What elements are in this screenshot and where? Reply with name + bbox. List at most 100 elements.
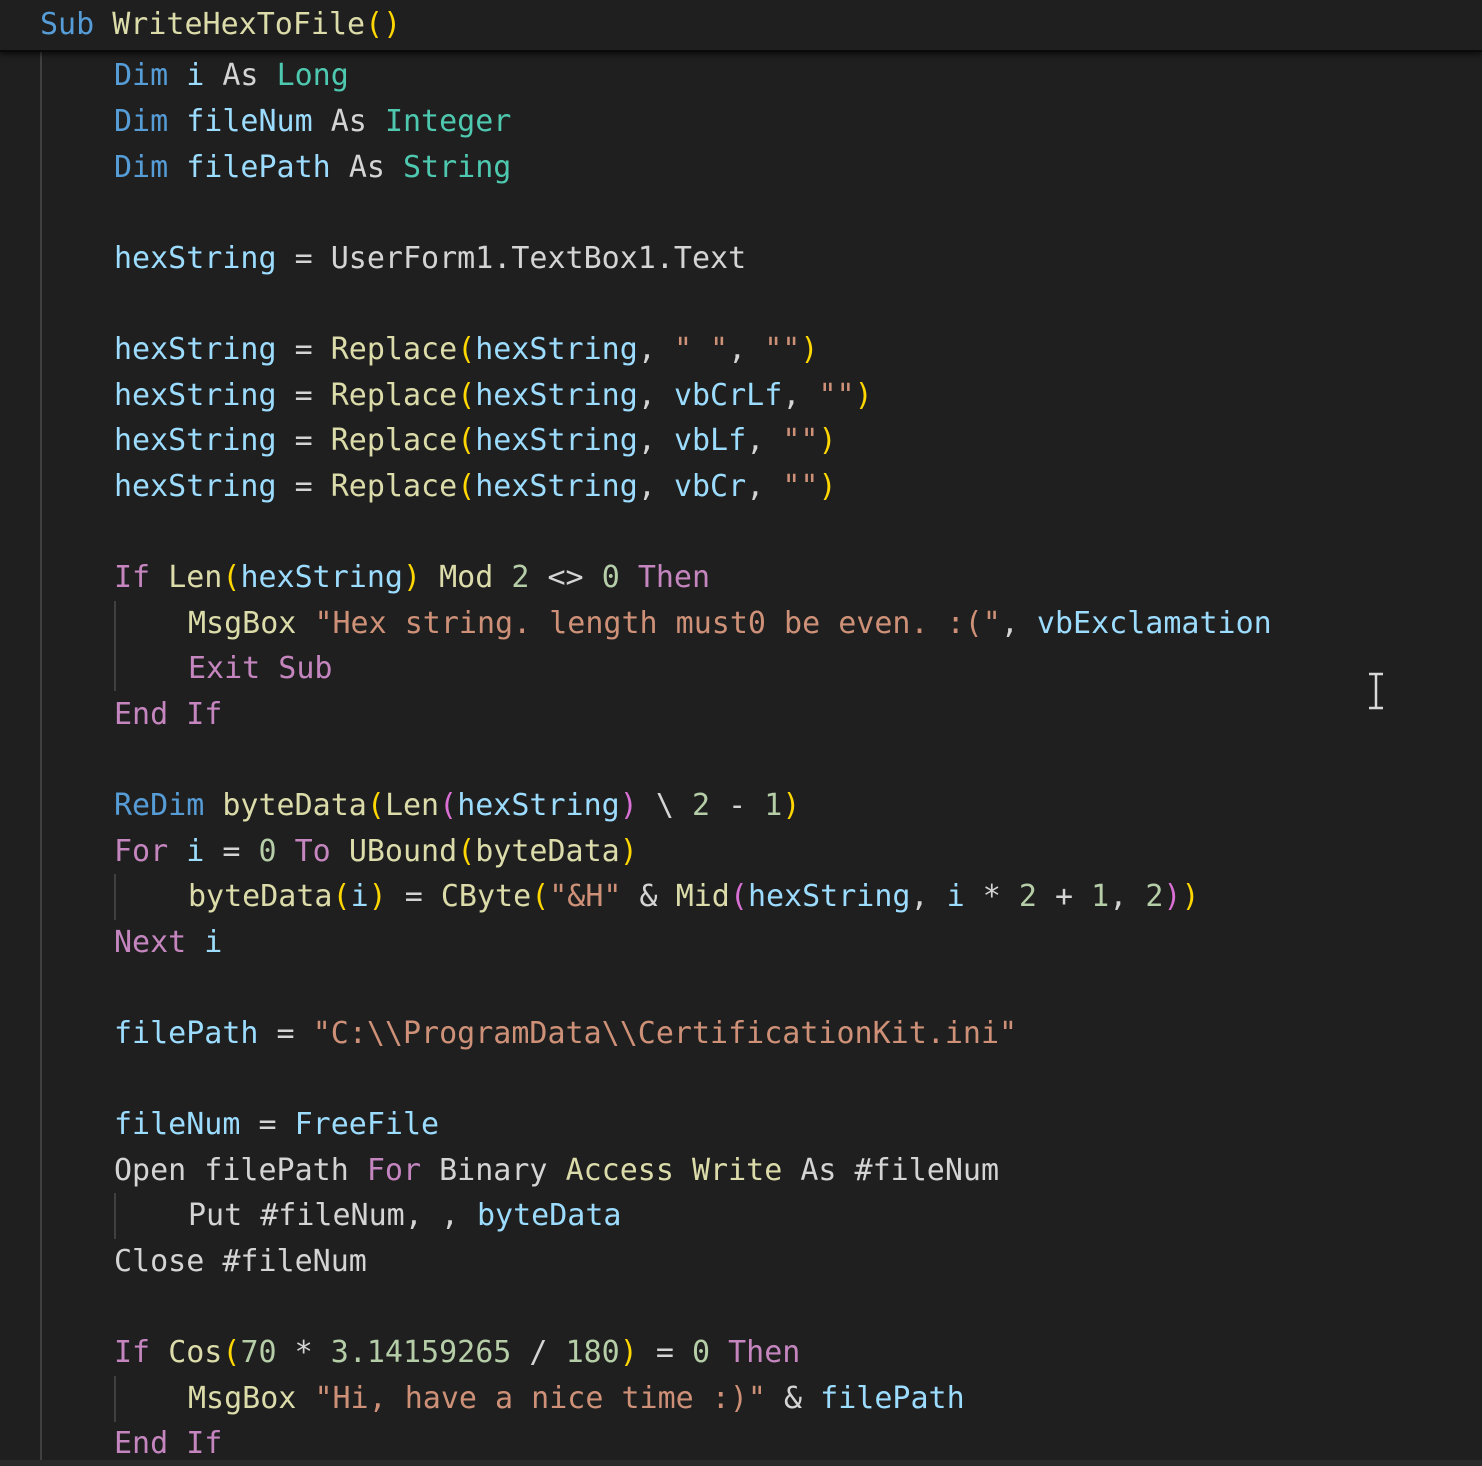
code-line[interactable]: hexString = Replace(hexString, " ", ""): [114, 327, 818, 373]
code-token: &: [765, 1381, 821, 1416]
code-token: (: [222, 1335, 241, 1370]
code-token: Replace: [330, 378, 458, 413]
code-line[interactable]: hexString = Replace(hexString, vbLf, ""): [114, 418, 837, 464]
code-token: 1: [1091, 879, 1110, 914]
code-token: hexString: [475, 378, 638, 413]
code-token: byteData: [222, 788, 367, 823]
code-token: Then: [728, 1335, 801, 1370]
code-token: " ": [673, 332, 729, 367]
code-token: ,: [637, 332, 674, 367]
code-line[interactable]: Close #fileNum: [114, 1239, 367, 1285]
code-token: 2: [511, 560, 530, 595]
code-token: (: [531, 879, 550, 914]
code-line[interactable]: hexString = Replace(hexString, vbCr, ""): [114, 464, 837, 510]
code-token: Put #fileNum, ,: [188, 1198, 477, 1233]
code-line[interactable]: byteData(i) = CByte("&H" & Mid(hexString…: [188, 874, 1200, 920]
code-line[interactable]: Dim i As Long: [114, 53, 349, 99]
code-token: "": [782, 423, 819, 458]
code-token: vbCrLf: [673, 378, 783, 413]
code-line[interactable]: Next i: [114, 920, 222, 966]
code-line[interactable]: Exit Sub: [188, 646, 333, 692]
code-token: hexString: [475, 423, 638, 458]
code-line[interactable]: MsgBox "Hi, have a nice time :)" & fileP…: [188, 1376, 965, 1422]
code-token: =: [386, 879, 441, 914]
code-token: Sub: [40, 7, 95, 42]
code-token: If: [114, 560, 151, 595]
sticky-scroll-header[interactable]: Sub WriteHexToFile(): [0, 0, 1482, 52]
code-token: As: [348, 150, 385, 185]
code-token: filePath: [820, 1381, 965, 1416]
code-token: Close #fileNum: [114, 1244, 367, 1279]
code-token: fileNum: [114, 1107, 241, 1142]
code-line[interactable]: hexString = Replace(hexString, vbCrLf, "…: [114, 373, 873, 419]
code-token: 0: [601, 560, 620, 595]
code-token: vbCr: [673, 469, 747, 504]
code-token: As: [222, 58, 259, 93]
horizontal-scrollbar[interactable]: [0, 1460, 1482, 1466]
code-token: /: [511, 1335, 566, 1370]
code-token: To: [294, 834, 331, 869]
code-line[interactable]: MsgBox "Hex string. length must0 be even…: [188, 601, 1272, 647]
code-token: hexString: [240, 560, 403, 595]
code-token: Open filePath: [114, 1153, 367, 1188]
code-line[interactable]: fileNum = FreeFile: [114, 1102, 439, 1148]
code-token: 0: [258, 834, 277, 869]
code-token: Dim: [114, 58, 169, 93]
code-token: =: [258, 1016, 313, 1051]
code-token: ): [403, 560, 422, 595]
code-line[interactable]: Put #fileNum, , byteData: [188, 1193, 621, 1239]
code-token: =: [240, 1107, 295, 1142]
code-token: "C:\\ProgramData\\CertificationKit.ini": [312, 1016, 1018, 1051]
code-line[interactable]: For i = 0 To UBound(byteData): [114, 829, 638, 875]
indent-guide-for: [114, 874, 116, 920]
code-token: End If: [114, 697, 223, 732]
code-line[interactable]: Open filePath For Binary Access Write As…: [114, 1148, 999, 1194]
code-token: ): [854, 378, 873, 413]
code-line[interactable]: filePath = "C:\\ProgramData\\Certificati…: [114, 1011, 1017, 1057]
code-token: 70: [240, 1335, 277, 1370]
code-token: hexString: [114, 241, 277, 276]
code-token: (: [729, 879, 748, 914]
code-token: ,: [728, 332, 765, 367]
indent-guide-if-1: [114, 601, 116, 691]
code-token: 0: [692, 1335, 711, 1370]
code-line[interactable]: ReDim byteData(Len(hexString) \ 2 - 1): [114, 783, 800, 829]
code-token: =: [276, 469, 331, 504]
code-token: Long: [276, 58, 349, 93]
code-token: Len: [168, 560, 223, 595]
code-line[interactable]: If Len(hexString) Mod 2 <> 0 Then: [114, 555, 710, 601]
code-token: ): [818, 423, 837, 458]
code-token: 180: [565, 1335, 620, 1370]
code-token: i: [186, 925, 223, 960]
code-token: "Hex string. length must0 be even. :(": [314, 606, 1001, 641]
code-token: =: [222, 834, 259, 869]
code-token: Mod: [439, 560, 494, 595]
code-line[interactable]: hexString = UserForm1.TextBox1.Text: [114, 236, 746, 282]
code-token: i: [946, 879, 965, 914]
code-token: Dim: [114, 104, 169, 139]
code-token: i: [168, 834, 223, 869]
code-token: ,: [637, 378, 674, 413]
code-token: 3.14159265: [330, 1335, 512, 1370]
code-token: CByte: [440, 879, 532, 914]
code-token: ): [818, 469, 837, 504]
code-token: ): [1181, 879, 1200, 914]
code-token: 2: [692, 788, 711, 823]
code-line[interactable]: If Cos(70 * 3.14159265 / 180) = 0 Then: [114, 1330, 800, 1376]
code-token: "&H": [549, 879, 622, 914]
code-token: (: [457, 423, 476, 458]
sticky-code-line[interactable]: Sub WriteHexToFile(): [40, 2, 401, 48]
code-line[interactable]: Dim filePath As String: [114, 145, 511, 191]
code-line[interactable]: End If: [114, 692, 222, 738]
code-line[interactable]: Dim fileNum As Integer: [114, 99, 511, 145]
code-token: Replace: [330, 469, 458, 504]
code-editor[interactable]: Dim i As Long Dim fileNum As Integer Dim f…: [0, 0, 1482, 1466]
code-token: Then: [637, 560, 711, 595]
code-token: Len: [384, 788, 440, 823]
